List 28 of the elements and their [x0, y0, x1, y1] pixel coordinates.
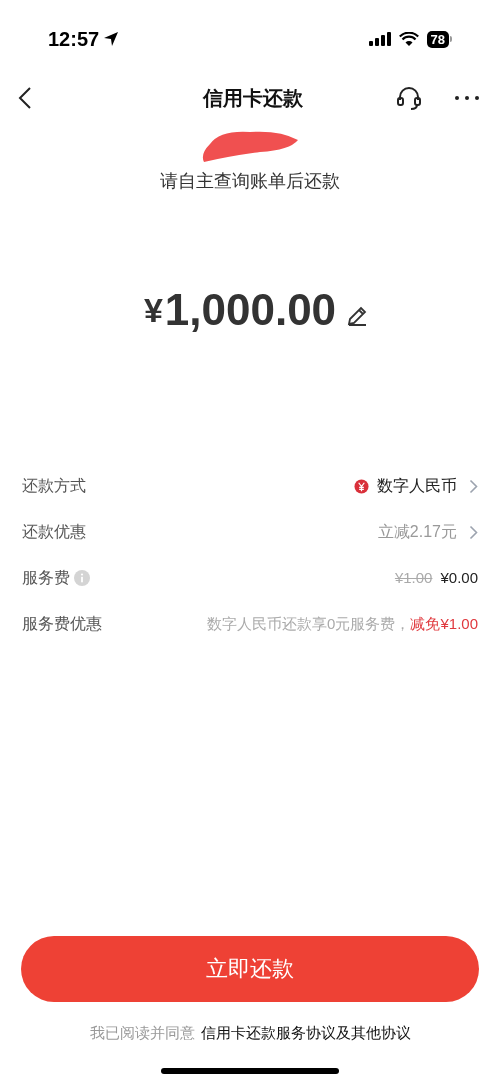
row-label: 服务费 [22, 568, 70, 588]
promo-text: 数字人民币还款享0元服务费， [207, 613, 411, 634]
battery-icon: 78 [426, 30, 452, 48]
amount-value: 1,000.00 [164, 284, 337, 336]
repay-now-button[interactable]: 立即还款 [21, 935, 479, 1002]
page-title: 信用卡还款 [203, 86, 303, 111]
ellipsis-icon [454, 95, 480, 101]
row-label: 服务费优惠 [22, 614, 102, 634]
row-label: 还款方式 [22, 476, 86, 496]
chevron-right-icon [469, 524, 478, 540]
subtitle: 请自主查询账单后还款 [160, 170, 340, 193]
status-time: 12:57 [48, 27, 100, 52]
agreement-text: 我已阅读并同意 [89, 1022, 195, 1043]
currency-symbol: ¥ [143, 289, 163, 331]
yuan-coin-icon [354, 478, 369, 494]
pencil-icon [346, 305, 369, 327]
chevron-right-icon [469, 478, 478, 494]
row-label: 还款优惠 [22, 522, 86, 542]
edit-amount-button[interactable] [346, 305, 369, 327]
agreement-link[interactable]: 信用卡还款服务协议及其他协议 [200, 1021, 411, 1044]
original-fee: ¥1.00 [394, 567, 433, 588]
promo-amount: 减免¥1.00 [410, 613, 478, 634]
signal-icon [368, 32, 391, 46]
wifi-icon [398, 32, 419, 46]
location-arrow-icon [103, 31, 120, 47]
headset-icon [395, 84, 423, 112]
fee-value: ¥0.00 [440, 567, 478, 588]
payment-method-selector[interactable]: 数字人民币 [354, 474, 478, 498]
